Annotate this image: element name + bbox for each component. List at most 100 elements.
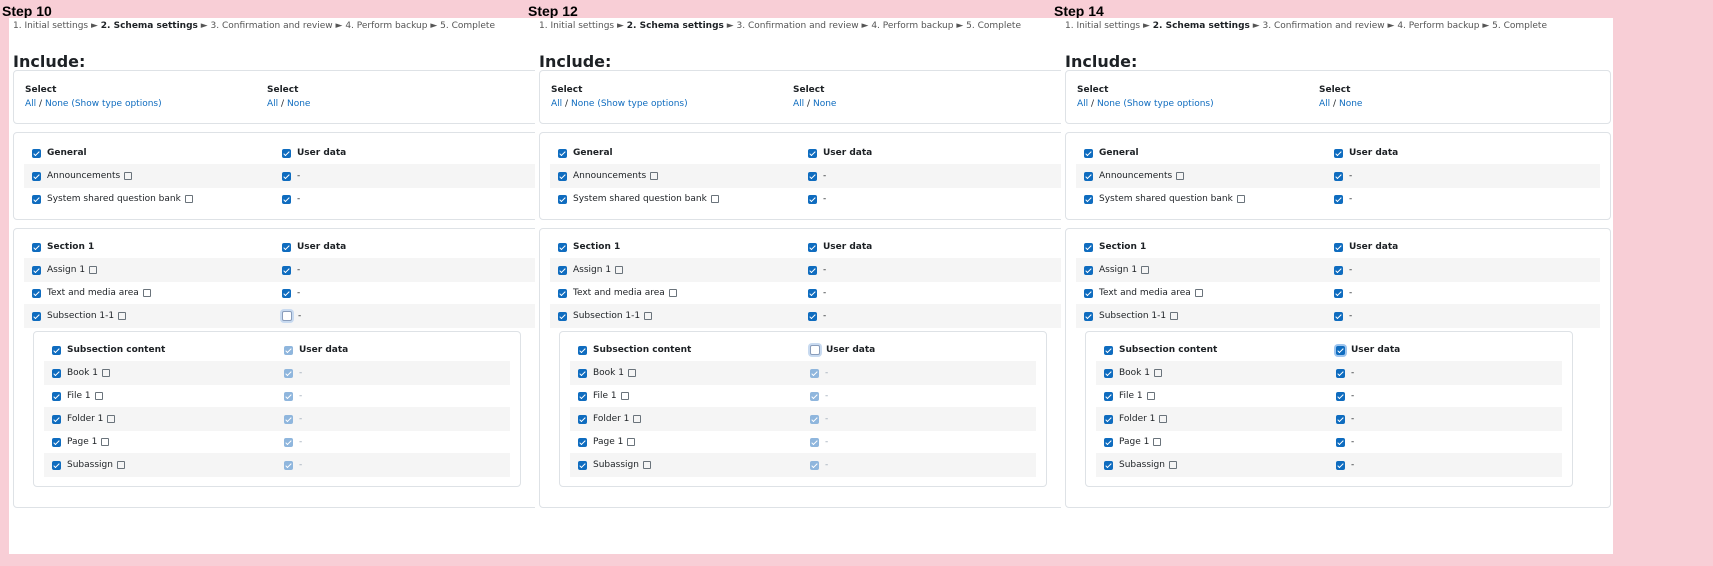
announcements-userdata-checkbox[interactable] — [1334, 171, 1343, 181]
page1-checkbox[interactable] — [1104, 437, 1113, 447]
page1-checkbox[interactable] — [52, 437, 61, 447]
folder1-userdata-checkbox[interactable] — [810, 414, 819, 424]
breadcrumb-step-1[interactable]: 1. Initial settings — [539, 21, 614, 31]
select-all-userdata-link[interactable]: All — [1319, 99, 1330, 109]
subsection-content-checkbox[interactable] — [1104, 345, 1113, 355]
subassign-checkbox[interactable] — [578, 460, 587, 470]
text-media-checkbox[interactable] — [1084, 288, 1093, 298]
section1-userdata-checkbox[interactable] — [1334, 242, 1343, 252]
general-userdata-checkbox[interactable] — [808, 148, 817, 158]
breadcrumb-step-4: 4. Perform backup — [345, 21, 428, 31]
section1-userdata-checkbox[interactable] — [282, 242, 291, 252]
subsection-userdata-checkbox[interactable] — [1334, 311, 1343, 321]
folder1-checkbox[interactable] — [1104, 414, 1113, 424]
assign1-userdata-checkbox[interactable] — [282, 265, 291, 275]
qbank-userdata-checkbox[interactable] — [1334, 194, 1343, 204]
folder1-userdata-checkbox[interactable] — [1336, 414, 1345, 424]
file1-checkbox[interactable] — [52, 391, 61, 401]
general-userdata-checkbox[interactable] — [282, 148, 291, 158]
subsection-content-checkbox[interactable] — [578, 345, 587, 355]
file1-checkbox[interactable] — [578, 391, 587, 401]
breadcrumb-step-1[interactable]: 1. Initial settings — [13, 21, 88, 31]
subassign-userdata-checkbox[interactable] — [1336, 460, 1345, 470]
subassign-checkbox[interactable] — [1104, 460, 1113, 470]
book1-userdata-checkbox[interactable] — [810, 368, 819, 378]
section1-checkbox[interactable] — [1084, 242, 1093, 252]
select-all-link[interactable]: All — [25, 99, 36, 109]
subsection-content-userdata-checkbox[interactable] — [1336, 345, 1345, 355]
subsection-checkbox[interactable] — [32, 311, 41, 321]
text-media-userdata-checkbox[interactable] — [1334, 288, 1343, 298]
text-media-userdata-checkbox[interactable] — [808, 288, 817, 298]
file1-checkbox[interactable] — [1104, 391, 1113, 401]
select-all-link[interactable]: All — [1077, 99, 1088, 109]
select-none-userdata-link[interactable]: None — [813, 99, 836, 109]
general-checkbox[interactable] — [1084, 148, 1093, 158]
announcements-checkbox[interactable] — [558, 171, 567, 181]
book1-checkbox[interactable] — [52, 368, 61, 378]
page1-userdata-checkbox[interactable] — [284, 437, 293, 447]
text-media-userdata-checkbox[interactable] — [282, 288, 291, 298]
show-type-options-link[interactable]: (Show type options) — [71, 99, 161, 109]
select-all-link[interactable]: All — [551, 99, 562, 109]
breadcrumb-step-1[interactable]: 1. Initial settings — [1065, 21, 1140, 31]
subsection-userdata-checkbox[interactable] — [282, 311, 292, 321]
subassign-checkbox[interactable] — [52, 460, 61, 470]
file1-userdata-checkbox[interactable] — [1336, 391, 1345, 401]
text-media-checkbox[interactable] — [558, 288, 567, 298]
subsection-content-userdata-checkbox[interactable] — [284, 345, 293, 355]
qbank-userdata-checkbox[interactable] — [282, 194, 291, 204]
announcements-userdata-checkbox[interactable] — [282, 171, 291, 181]
qbank-checkbox[interactable] — [558, 194, 567, 204]
book1-userdata-checkbox[interactable] — [1336, 368, 1345, 378]
file1-userdata-checkbox[interactable] — [284, 391, 293, 401]
select-all-userdata-link[interactable]: All — [793, 99, 804, 109]
subsection-userdata-checkbox[interactable] — [808, 311, 817, 321]
page1-userdata-checkbox[interactable] — [810, 437, 819, 447]
show-type-options-link[interactable]: (Show type options) — [1123, 99, 1213, 109]
book1-userdata-checkbox[interactable] — [284, 368, 293, 378]
page1-userdata-checkbox[interactable] — [1336, 437, 1345, 447]
select-all-userdata-link[interactable]: All — [267, 99, 278, 109]
file-icon — [1146, 392, 1155, 400]
announcements-checkbox[interactable] — [32, 171, 41, 181]
folder1-userdata-checkbox[interactable] — [284, 414, 293, 424]
page1-checkbox[interactable] — [578, 437, 587, 447]
assign1-checkbox[interactable] — [558, 265, 567, 275]
qbank-checkbox[interactable] — [1084, 194, 1093, 204]
qbank-checkbox[interactable] — [32, 194, 41, 204]
assign1-checkbox[interactable] — [1084, 265, 1093, 275]
section1-checkbox[interactable] — [558, 242, 567, 252]
assign1-userdata-checkbox[interactable] — [808, 265, 817, 275]
book1-checkbox[interactable] — [578, 368, 587, 378]
qbank-userdata-checkbox[interactable] — [808, 194, 817, 204]
announcements-userdata-checkbox[interactable] — [808, 171, 817, 181]
subsection-checkbox[interactable] — [558, 311, 567, 321]
book1-checkbox[interactable] — [1104, 368, 1113, 378]
select-none-link[interactable]: None — [571, 99, 594, 109]
show-type-options-link[interactable]: (Show type options) — [597, 99, 687, 109]
assign1-userdata-checkbox[interactable] — [1334, 265, 1343, 275]
select-none-link[interactable]: None — [1097, 99, 1120, 109]
file1-userdata-checkbox[interactable] — [810, 391, 819, 401]
announcements-checkbox[interactable] — [1084, 171, 1093, 181]
subsection-content-checkbox[interactable] — [52, 345, 61, 355]
general-checkbox[interactable] — [558, 148, 567, 158]
subsection-content-userdata-checkbox[interactable] — [810, 345, 820, 355]
select-none-link[interactable]: None — [45, 99, 68, 109]
assign1-row: Assign 1 - — [1076, 258, 1600, 282]
subassign-userdata-checkbox[interactable] — [810, 460, 819, 470]
text-media-checkbox[interactable] — [32, 288, 41, 298]
subsection-checkbox[interactable] — [1084, 311, 1093, 321]
folder1-checkbox[interactable] — [578, 414, 587, 424]
select-none-userdata-link[interactable]: None — [1339, 99, 1362, 109]
select-none-userdata-link[interactable]: None — [287, 99, 310, 109]
section1-userdata-checkbox[interactable] — [808, 242, 817, 252]
folder1-checkbox[interactable] — [52, 414, 61, 424]
general-userdata-checkbox[interactable] — [1334, 148, 1343, 158]
section-1: Section 1 User data Assign 1 - Text and … — [539, 228, 1085, 508]
section1-checkbox[interactable] — [32, 242, 41, 252]
general-checkbox[interactable] — [32, 148, 41, 158]
subassign-userdata-checkbox[interactable] — [284, 460, 293, 470]
assign1-checkbox[interactable] — [32, 265, 41, 275]
